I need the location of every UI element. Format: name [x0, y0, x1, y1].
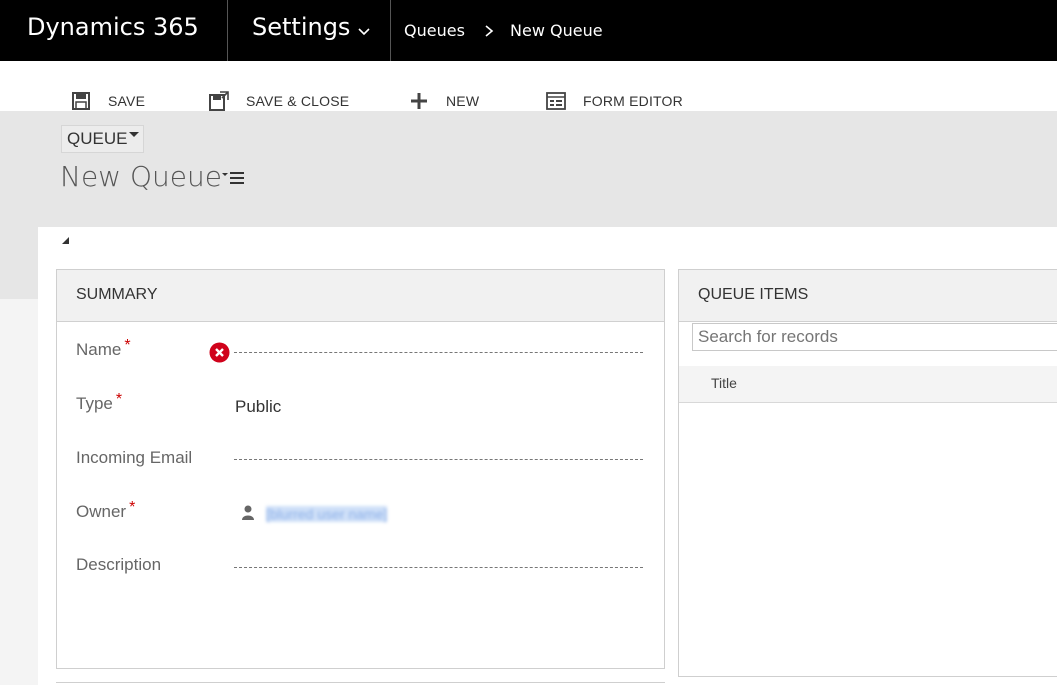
queue-items-title: QUEUE ITEMS: [698, 286, 809, 303]
name-label: Name *: [76, 337, 131, 360]
required-marker: *: [129, 499, 136, 516]
type-label: Type *: [76, 391, 123, 414]
command-bar: SAVE SAVE & CLOSE NEW FORM EDITOR: [0, 61, 1057, 111]
left-margin: [0, 227, 38, 299]
new-button[interactable]: NEW: [408, 89, 479, 113]
form-editor-icon: [546, 92, 566, 110]
description-label-text: Description: [76, 555, 162, 574]
next-section-border: [56, 682, 665, 693]
user-icon: [242, 505, 254, 520]
form-editor-label: FORM EDITOR: [583, 93, 683, 109]
save-close-button[interactable]: SAVE & CLOSE: [208, 89, 349, 113]
chevron-down-icon[interactable]: [357, 25, 371, 39]
floppy-disk-icon: [72, 92, 90, 110]
chevron-right-icon: [485, 25, 494, 37]
save-close-icon: [209, 91, 229, 111]
owner-link[interactable]: [blurred user name]: [266, 506, 388, 522]
plus-icon: [411, 93, 427, 109]
save-button[interactable]: SAVE: [70, 89, 145, 113]
save-label: SAVE: [108, 93, 146, 109]
required-marker: *: [124, 337, 131, 354]
form-editor-button[interactable]: FORM EDITOR: [545, 89, 683, 113]
save-close-label: SAVE & CLOSE: [246, 93, 350, 109]
nav-divider: [390, 0, 391, 61]
name-field[interactable]: [234, 352, 643, 353]
app-brand[interactable]: Dynamics 365: [27, 13, 199, 41]
owner-label-text: Owner: [76, 502, 127, 521]
summary-section: SUMMARY: [56, 269, 665, 669]
required-marker: *: [115, 391, 123, 408]
entity-selector[interactable]: QUEUE: [61, 125, 144, 153]
record-title: New Queue: [60, 160, 222, 193]
breadcrumb-current: New Queue: [510, 21, 603, 40]
nav-divider: [227, 0, 228, 61]
column-header-title[interactable]: Title: [711, 375, 737, 391]
grid-header: Title: [679, 366, 1057, 403]
owner-label: Owner *: [76, 499, 136, 522]
collapse-tab-icon[interactable]: [62, 237, 69, 244]
top-nav-bar: Dynamics 365 Settings Queues New Queue: [0, 0, 1057, 61]
left-margin: [0, 299, 38, 685]
description-label: Description: [76, 555, 161, 575]
summary-title: SUMMARY: [76, 286, 158, 303]
description-field[interactable]: [234, 567, 643, 568]
form-menu-icon[interactable]: [221, 170, 245, 186]
incoming-email-field[interactable]: [234, 459, 643, 460]
caret-down-icon: [129, 132, 139, 137]
type-field[interactable]: Public: [235, 397, 281, 417]
incoming-email-label: Incoming Email: [76, 448, 192, 468]
name-label-text: Name: [76, 340, 122, 359]
summary-header: SUMMARY: [57, 270, 664, 322]
new-label: NEW: [446, 93, 480, 109]
search-records-input[interactable]: [692, 323, 1057, 351]
error-icon: [209, 342, 230, 363]
queue-items-header: QUEUE ITEMS: [679, 270, 1057, 322]
incoming-email-label-text: Incoming Email: [76, 448, 193, 467]
breadcrumb-queues[interactable]: Queues: [404, 21, 465, 40]
type-label-text: Type: [76, 394, 113, 413]
area-selector[interactable]: Settings: [252, 13, 350, 41]
entity-label: QUEUE: [67, 129, 128, 148]
